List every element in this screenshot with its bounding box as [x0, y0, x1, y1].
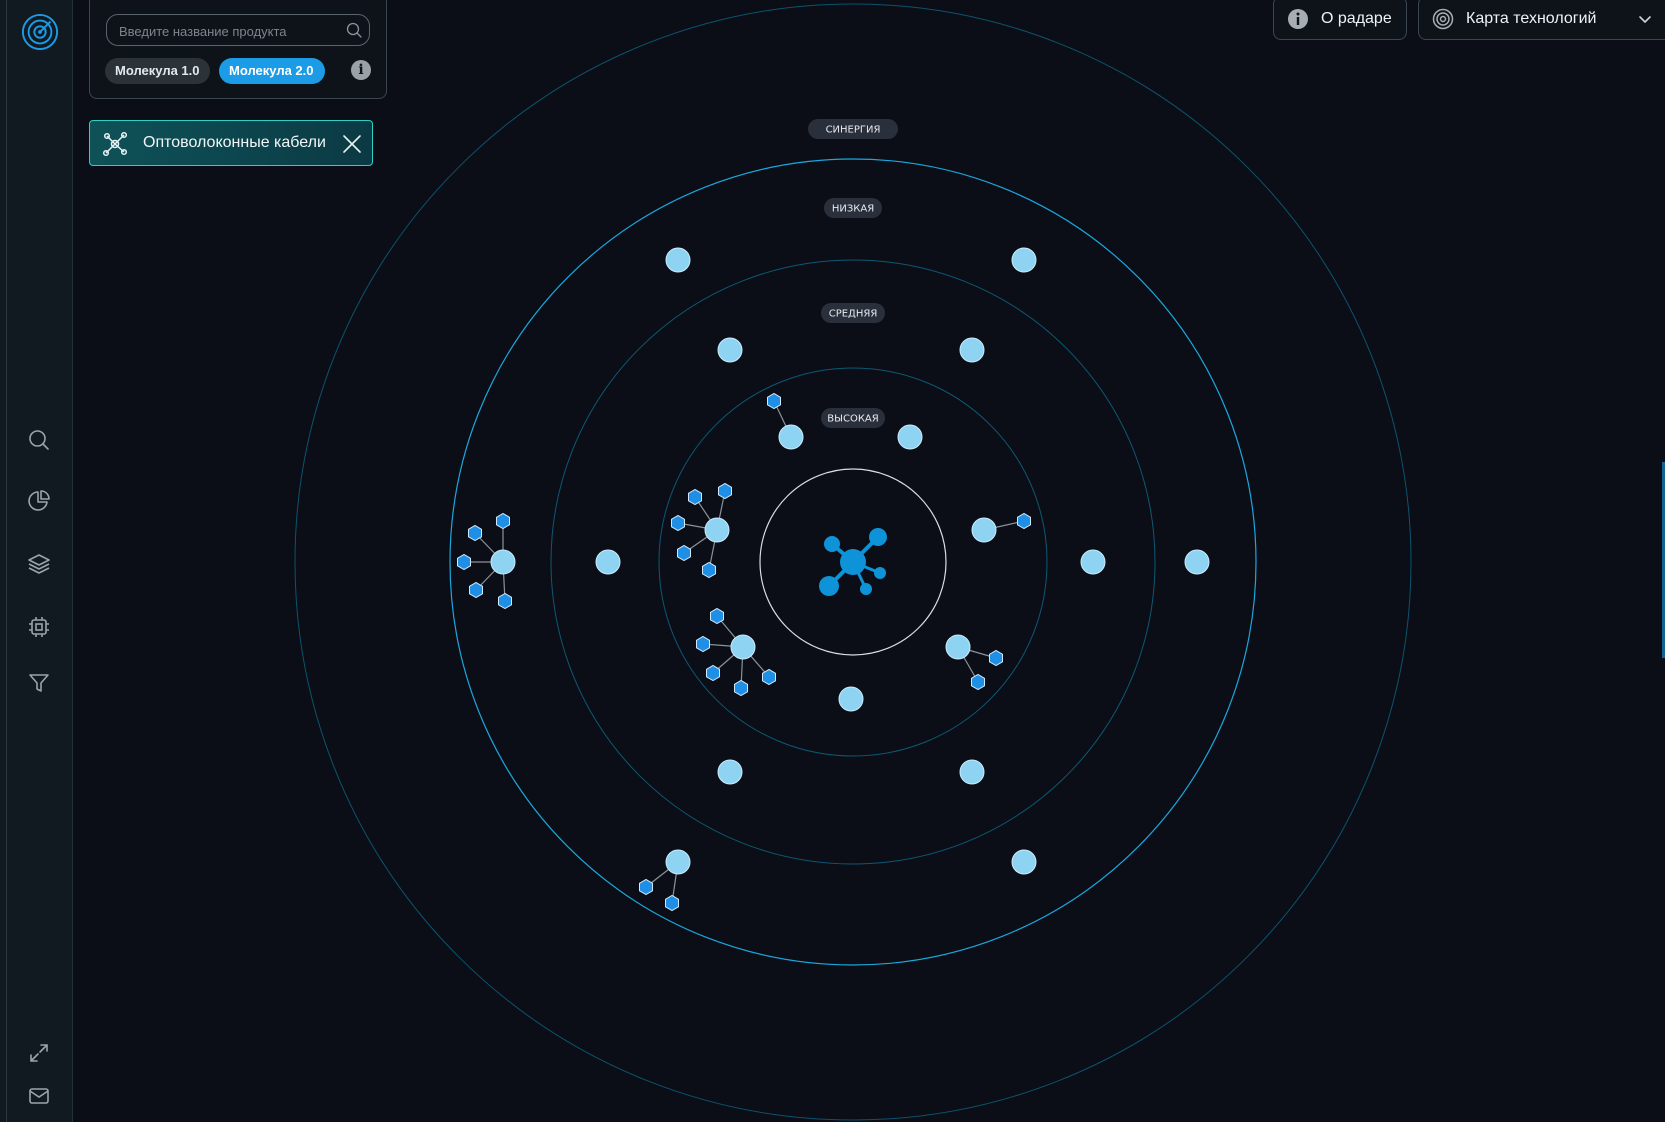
logo-target-icon[interactable] — [20, 12, 60, 52]
chevron-down-icon — [1637, 11, 1653, 27]
info-icon[interactable]: i — [351, 60, 371, 80]
product-search-panel: Молекула 1.0 Молекула 2.0 i — [89, 0, 387, 99]
technology-node[interactable] — [1080, 549, 1106, 575]
sub-technology-node[interactable] — [718, 482, 732, 500]
technology-node[interactable] — [717, 337, 743, 363]
sub-technology-node[interactable] — [767, 392, 781, 410]
svg-text:НИЗКАЯ: НИЗКАЯ — [832, 204, 874, 215]
svg-text:СРЕДНЯЯ: СРЕДНЯЯ — [829, 309, 878, 320]
radar-target-icon — [1432, 8, 1454, 30]
sub-technology-node[interactable] — [665, 894, 679, 912]
radar-app: ВЫСОКАЯ СРЕДНЯЯ НИЗКАЯ СИНЕРГИЯ Введите … — [0, 0, 1665, 1122]
sub-technology-node[interactable] — [469, 581, 483, 599]
sub-technology-node[interactable] — [1017, 512, 1031, 530]
sidebar-divider — [72, 0, 73, 1122]
technology-node[interactable] — [971, 517, 997, 543]
svg-text:ВЫСОКАЯ: ВЫСОКАЯ — [827, 414, 878, 425]
filter-icon[interactable] — [22, 666, 56, 700]
sub-technology-node[interactable] — [989, 649, 1003, 667]
sub-technology-node[interactable] — [468, 524, 482, 542]
sub-technology-node[interactable] — [639, 878, 653, 896]
mail-icon[interactable] — [22, 1079, 56, 1113]
svg-text:СИНЕРГИЯ: СИНЕРГИЯ — [826, 125, 881, 136]
selected-product-tag[interactable]: Оптоволоконные кабели — [89, 120, 373, 166]
layers-icon[interactable] — [22, 547, 56, 581]
search-icon[interactable] — [345, 21, 363, 39]
sub-technology-node[interactable] — [702, 561, 716, 579]
expand-icon[interactable] — [22, 1036, 56, 1070]
pie-chart-icon[interactable] — [22, 484, 56, 518]
product-search-input[interactable] — [117, 19, 341, 43]
molecule-1-toggle[interactable]: Молекула 1.0 — [105, 58, 210, 84]
sub-technology-node[interactable] — [496, 512, 510, 530]
info-icon — [1287, 8, 1309, 30]
ring-label-1: ВЫСОКАЯ — [821, 408, 885, 428]
technology-node[interactable] — [665, 849, 691, 875]
technology-node[interactable] — [1184, 549, 1210, 575]
ring-label-2: СРЕДНЯЯ — [821, 303, 885, 323]
search-box[interactable] — [106, 14, 370, 46]
technology-node[interactable] — [959, 337, 985, 363]
technology-node[interactable] — [838, 686, 864, 712]
technology-node[interactable] — [1011, 247, 1037, 273]
technology-map-dropdown[interactable]: Карта технологий — [1418, 0, 1665, 40]
technology-node[interactable] — [490, 549, 516, 575]
ring-label-3: НИЗКАЯ — [824, 198, 882, 218]
sub-technology-node[interactable] — [710, 607, 724, 625]
sub-technology-node[interactable] — [688, 488, 702, 506]
sub-technology-node[interactable] — [706, 664, 720, 682]
sub-technology-node[interactable] — [971, 673, 985, 691]
sub-technology-node[interactable] — [671, 514, 685, 532]
molecule-icon — [102, 131, 128, 157]
ring-labels: ВЫСОКАЯ СРЕДНЯЯ НИЗКАЯ СИНЕРГИЯ — [808, 119, 898, 428]
technology-radar: ВЫСОКАЯ СРЕДНЯЯ НИЗКАЯ СИНЕРГИЯ — [294, 3, 1412, 1121]
selected-product-label: Оптоволоконные кабели — [143, 134, 326, 151]
technology-node[interactable] — [1011, 849, 1037, 875]
sidebar-edge — [6, 0, 7, 1122]
technology-map-label: Карта технологий — [1466, 10, 1597, 27]
technology-node[interactable] — [778, 424, 804, 450]
sidebar — [0, 0, 73, 1122]
technology-node[interactable] — [595, 549, 621, 575]
search-icon[interactable] — [22, 423, 56, 457]
sub-technology-node[interactable] — [677, 544, 691, 562]
close-icon[interactable] — [340, 132, 364, 156]
technology-node[interactable] — [704, 517, 730, 543]
chip-icon[interactable] — [22, 610, 56, 644]
technology-node[interactable] — [897, 424, 923, 450]
molecule-2-toggle[interactable]: Молекула 2.0 — [219, 58, 325, 84]
sub-technology-node[interactable] — [498, 592, 512, 610]
sub-technology-node[interactable] — [762, 668, 776, 686]
technology-node[interactable] — [717, 759, 743, 785]
sub-technology-node[interactable] — [457, 553, 471, 571]
technology-node[interactable] — [665, 247, 691, 273]
sub-technology-node[interactable] — [696, 635, 710, 653]
sub-technology-node[interactable] — [734, 679, 748, 697]
about-radar-button[interactable]: О радаре — [1273, 0, 1407, 40]
about-radar-label: О радаре — [1321, 10, 1392, 27]
technology-node[interactable] — [959, 759, 985, 785]
technology-node[interactable] — [945, 634, 971, 660]
technology-node[interactable] — [730, 634, 756, 660]
ring-label-4: СИНЕРГИЯ — [808, 119, 898, 139]
